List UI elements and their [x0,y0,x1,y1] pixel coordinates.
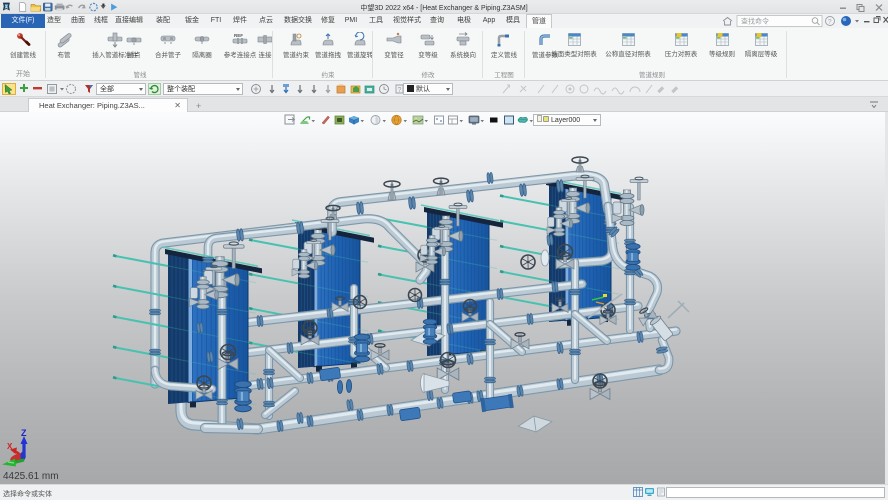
svg-text:查找命令: 查找命令 [741,17,769,26]
svg-text:REF: REF [234,33,243,38]
svg-text:?: ? [398,87,402,94]
svg-text:?: ? [828,19,832,26]
